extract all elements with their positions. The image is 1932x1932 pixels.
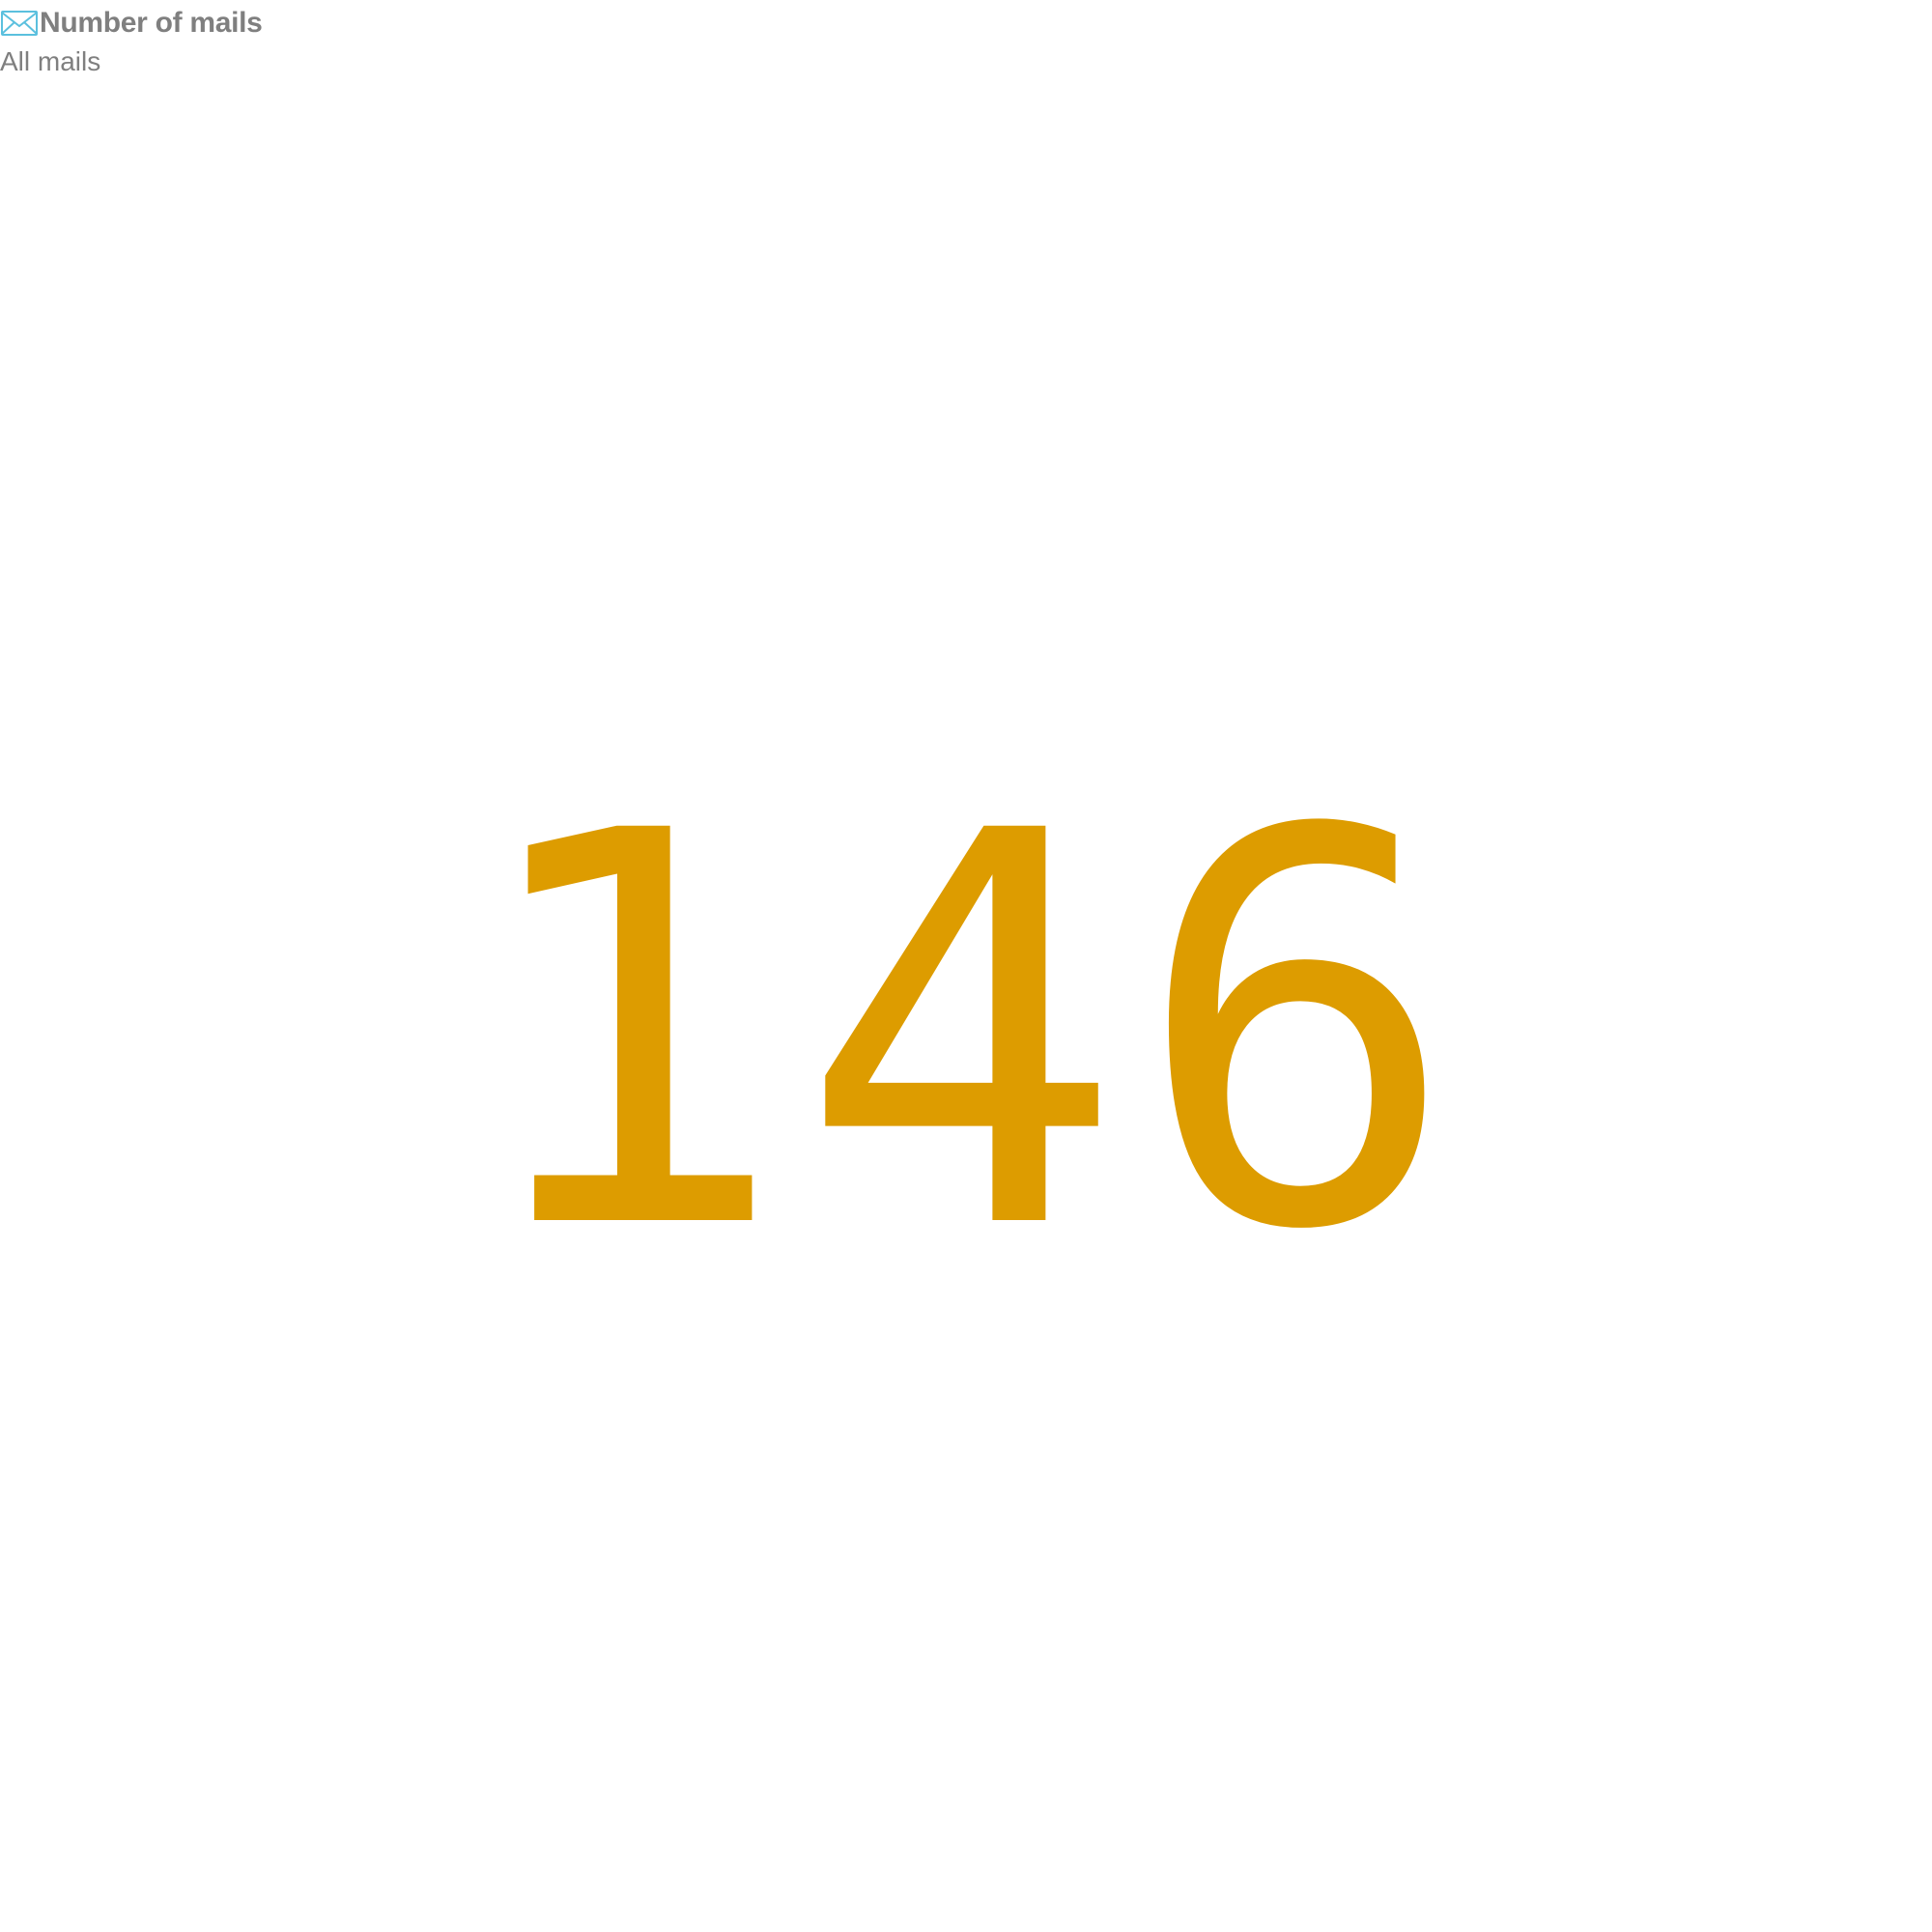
envelope-icon [0, 4, 39, 43]
kpi-widget: Number of mails All mails 146 [0, 0, 1932, 1932]
kpi-subtitle: All mails [0, 46, 101, 76]
kpi-header: Number of mails [0, 4, 263, 43]
kpi-title: Number of mails [40, 7, 263, 39]
kpi-value: 146 [463, 719, 1469, 1349]
